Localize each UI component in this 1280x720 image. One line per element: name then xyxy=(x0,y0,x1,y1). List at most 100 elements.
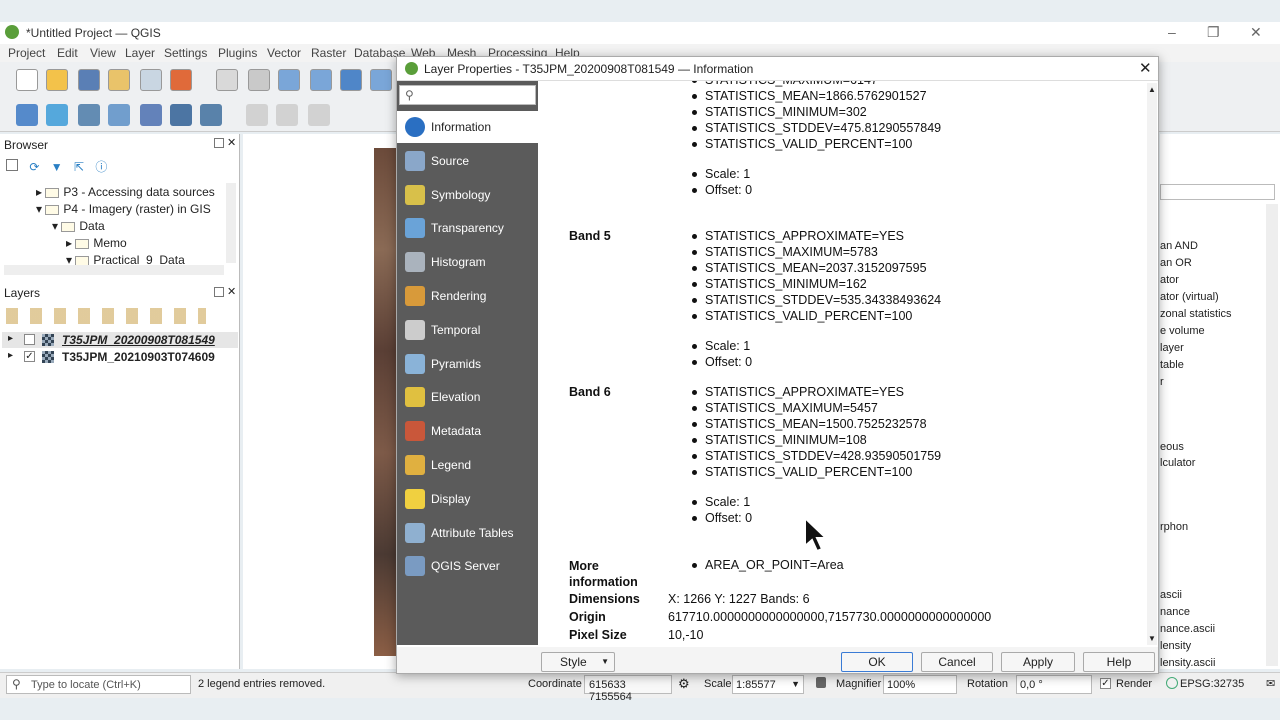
sidebar-item-temporal[interactable]: Temporal xyxy=(397,314,538,346)
filter-icon[interactable]: ▼ xyxy=(51,160,63,174)
toolbox-item[interactable]: an OR xyxy=(1160,257,1192,269)
toolbar-button[interactable] xyxy=(248,69,270,91)
browser-float-icon[interactable] xyxy=(214,138,224,148)
toolbox-item[interactable]: layer xyxy=(1160,342,1184,354)
browser-item[interactable]: ▾ Data xyxy=(52,219,105,233)
toolbar-button[interactable] xyxy=(200,104,222,126)
minimize-icon[interactable]: – xyxy=(1168,24,1176,40)
sidebar-item-display[interactable]: Display xyxy=(397,483,538,515)
toolbar-button[interactable] xyxy=(108,104,130,126)
toolbox-item[interactable]: nance.ascii xyxy=(1160,623,1215,635)
layer-checkbox[interactable]: ✓ xyxy=(24,351,35,362)
sidebar-item-symbology[interactable]: Symbology xyxy=(397,179,538,211)
menu-item[interactable]: Edit xyxy=(57,46,78,60)
menu-item[interactable]: Vector xyxy=(267,46,301,60)
sidebar-item-qgis-server[interactable]: QGIS Server xyxy=(397,550,538,582)
toolbox-item[interactable]: e volume xyxy=(1160,325,1205,337)
add-icon[interactable] xyxy=(6,159,18,171)
sidebar-item-information[interactable]: Information xyxy=(397,111,538,143)
sidebar-item-rendering[interactable]: Rendering xyxy=(397,280,538,312)
crs-globe-icon[interactable] xyxy=(1166,677,1178,689)
toolbar-button[interactable] xyxy=(216,69,238,91)
layer-row[interactable]: ▸ ✓ T35JPM_20210903T074609 xyxy=(2,349,238,365)
toolbox-item[interactable]: lensity.ascii xyxy=(1160,657,1215,669)
info-icon[interactable]: ⓘ xyxy=(95,160,107,174)
toolbar-button[interactable] xyxy=(308,104,330,126)
toolbox-item[interactable]: an AND xyxy=(1160,240,1198,252)
toolbar-button[interactable] xyxy=(108,69,130,91)
toolbox-search[interactable] xyxy=(1160,184,1275,200)
rotation-spinbox[interactable]: 0,0 ° xyxy=(1016,675,1092,694)
dialog-close-icon[interactable]: ✕ xyxy=(1139,59,1152,77)
toolbar-button[interactable] xyxy=(16,104,38,126)
refresh-icon[interactable]: ⟳ xyxy=(29,160,39,174)
toolbar-button[interactable] xyxy=(78,69,100,91)
sidebar-item-metadata[interactable]: Metadata xyxy=(397,415,538,447)
toolbar-button[interactable] xyxy=(46,69,68,91)
toolbox-item[interactable]: lensity xyxy=(1160,640,1191,652)
toolbar-button[interactable] xyxy=(276,104,298,126)
browser-item[interactable]: ▾ P4 - Imagery (raster) in GIS xyxy=(36,202,211,216)
sidebar-search-input[interactable]: ⚲ xyxy=(399,85,536,105)
toolbox-item[interactable]: eous xyxy=(1160,441,1184,453)
toolbar-button[interactable] xyxy=(140,104,162,126)
collapse-icon[interactable]: ⇱ xyxy=(74,160,84,174)
close-icon[interactable]: ✕ xyxy=(1250,24,1262,41)
browser-item[interactable]: ▾ Practical_9_Data xyxy=(66,253,185,265)
toolbox-item[interactable]: lculator xyxy=(1160,457,1195,469)
sidebar-item-histogram[interactable]: Histogram xyxy=(397,246,538,278)
browser-close-icon[interactable]: ✕ xyxy=(227,136,236,149)
cancel-button[interactable]: Cancel xyxy=(921,652,993,672)
locate-input[interactable]: ⚲ Type to locate (Ctrl+K) xyxy=(6,675,191,694)
magnifier-spinbox[interactable]: 100% xyxy=(883,675,957,694)
sidebar-item-transparency[interactable]: Transparency xyxy=(397,212,538,244)
messages-icon[interactable]: ✉ xyxy=(1266,677,1275,690)
toolbox-item[interactable]: table xyxy=(1160,359,1184,371)
content-scrollbar[interactable]: ▲ ▼ xyxy=(1147,83,1157,645)
sidebar-item-attribute-tables[interactable]: Attribute Tables xyxy=(397,517,538,549)
menu-item[interactable]: Settings xyxy=(164,46,207,60)
information-content[interactable]: STATISTICS_MAXIMUM=6147 STATISTICS_MEAN=1… xyxy=(539,81,1149,647)
menu-item[interactable]: Project xyxy=(8,46,45,60)
menu-item[interactable]: View xyxy=(90,46,116,60)
maximize-icon[interactable]: ❐ xyxy=(1207,24,1220,41)
toolbox-item[interactable]: rphon xyxy=(1160,521,1188,533)
toolbox-item[interactable]: nance xyxy=(1160,606,1190,618)
toolbar-button[interactable] xyxy=(310,69,332,91)
toolbar-button[interactable] xyxy=(170,69,192,91)
menu-item[interactable]: Layer xyxy=(125,46,155,60)
toolbar-button[interactable] xyxy=(370,69,392,91)
apply-button[interactable]: Apply xyxy=(1001,652,1075,672)
layer-row[interactable]: ▸ T35JPM_20200908T081549 xyxy=(2,332,238,348)
browser-item[interactable]: ▸ Memo xyxy=(66,236,127,250)
browser-scrollbar[interactable] xyxy=(226,183,236,263)
sidebar-item-pyramids[interactable]: Pyramids xyxy=(397,348,538,380)
toolbox-item[interactable]: zonal statistics xyxy=(1160,308,1232,320)
toolbar-button[interactable] xyxy=(170,104,192,126)
coordinate-field[interactable]: 615633 7155564 xyxy=(584,675,672,703)
sidebar-item-legend[interactable]: Legend xyxy=(397,449,538,481)
toolbar-button[interactable] xyxy=(78,104,100,126)
scale-combo[interactable]: 1:85577 ▼ xyxy=(732,675,804,694)
extents-icon[interactable]: ⚙ xyxy=(678,676,690,692)
lock-icon[interactable] xyxy=(816,677,826,688)
toolbox-scrollbar[interactable] xyxy=(1266,204,1278,666)
sidebar-item-elevation[interactable]: Elevation xyxy=(397,381,538,413)
toolbar-button[interactable] xyxy=(46,104,68,126)
layers-close-icon[interactable]: ✕ xyxy=(227,285,236,298)
ok-button[interactable]: OK xyxy=(841,652,913,672)
browser-hscrollbar[interactable] xyxy=(4,265,224,275)
toolbox-item[interactable]: ator (virtual) xyxy=(1160,291,1219,303)
toolbar-button[interactable] xyxy=(140,69,162,91)
menu-item[interactable]: Plugins xyxy=(218,46,257,60)
toolbar-button[interactable] xyxy=(246,104,268,126)
toolbar-button[interactable] xyxy=(278,69,300,91)
toolbar-button[interactable] xyxy=(340,69,362,91)
style-button[interactable]: Style ▼ xyxy=(541,652,615,672)
toolbox-item[interactable]: ator xyxy=(1160,274,1179,286)
sidebar-item-source[interactable]: Source xyxy=(397,145,538,177)
crs-label[interactable]: EPSG:32735 xyxy=(1180,678,1244,690)
browser-item[interactable]: ▸ P3 - Accessing data sources xyxy=(36,185,215,199)
layers-float-icon[interactable] xyxy=(214,287,224,297)
toolbar-button[interactable] xyxy=(16,69,38,91)
